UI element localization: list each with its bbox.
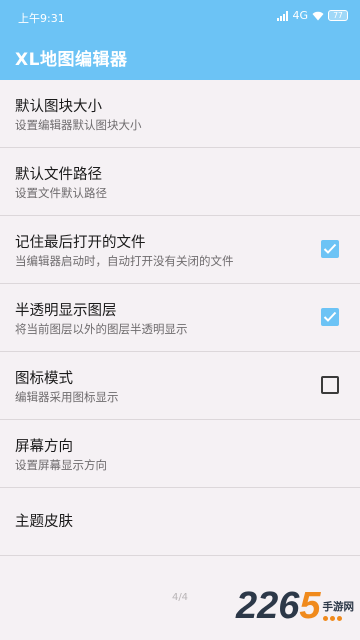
pref-summary: 编辑器采用图标显示: [15, 390, 119, 404]
pref-default-tile-size[interactable]: 默认图块大小 设置编辑器默认图块大小: [0, 80, 360, 148]
checkbox-checked-icon[interactable]: [321, 308, 339, 326]
pref-summary: 设置文件默认路径: [15, 186, 107, 200]
network-type: 4G: [292, 9, 308, 22]
page-title: XL地图编辑器: [15, 50, 128, 70]
pref-title: 默认文件路径: [15, 167, 102, 183]
pref-summary: 设置编辑器默认图块大小: [15, 118, 142, 132]
pref-summary: 设置屏幕显示方向: [15, 458, 107, 472]
pref-summary: 将当前图层以外的图层半透明显示: [15, 322, 188, 336]
watermark-number: 2265: [235, 585, 321, 627]
wifi-icon: [312, 11, 324, 21]
pref-default-file-path[interactable]: 默认文件路径 设置文件默认路径: [0, 148, 360, 216]
status-icons: 4G 77: [277, 9, 348, 22]
pref-icon-mode[interactable]: 图标模式 编辑器采用图标显示: [0, 352, 360, 420]
pref-summary: 当编辑器启动时，自动打开没有关闭的文件: [15, 254, 234, 268]
checkbox-checked-icon[interactable]: [321, 240, 339, 258]
pref-title: 图标模式: [15, 371, 73, 387]
pref-remember-last-file[interactable]: 记住最后打开的文件 当编辑器启动时，自动打开没有关闭的文件: [0, 216, 360, 284]
status-bar: 上午9:31 4G 77: [0, 0, 360, 33]
app-bar: XL地图编辑器: [0, 33, 360, 80]
watermark-text: 手游网: [322, 601, 355, 613]
battery-icon: 77: [328, 10, 348, 21]
pref-title: 半透明显示图层: [15, 303, 117, 319]
watermark-side: 手游网: [322, 599, 355, 626]
signal-icon: [277, 10, 289, 21]
pref-title: 屏幕方向: [15, 439, 73, 455]
pref-theme-skin[interactable]: 主题皮肤: [0, 488, 360, 556]
preferences-list: 默认图块大小 设置编辑器默认图块大小 默认文件路径 设置文件默认路径 记住最后打…: [0, 80, 360, 556]
watermark-dots-icon: [322, 616, 342, 621]
pref-title: 默认图块大小: [15, 99, 102, 115]
checkbox-unchecked-icon[interactable]: [321, 376, 339, 394]
pref-title: 记住最后打开的文件: [15, 235, 146, 251]
pref-semi-transparent-layers[interactable]: 半透明显示图层 将当前图层以外的图层半透明显示: [0, 284, 360, 352]
status-time: 上午9:31: [18, 12, 65, 25]
pref-title: 主题皮肤: [15, 514, 73, 530]
pref-screen-orientation[interactable]: 屏幕方向 设置屏幕显示方向: [0, 420, 360, 488]
watermark-logo: 2265 手游网: [236, 586, 354, 626]
